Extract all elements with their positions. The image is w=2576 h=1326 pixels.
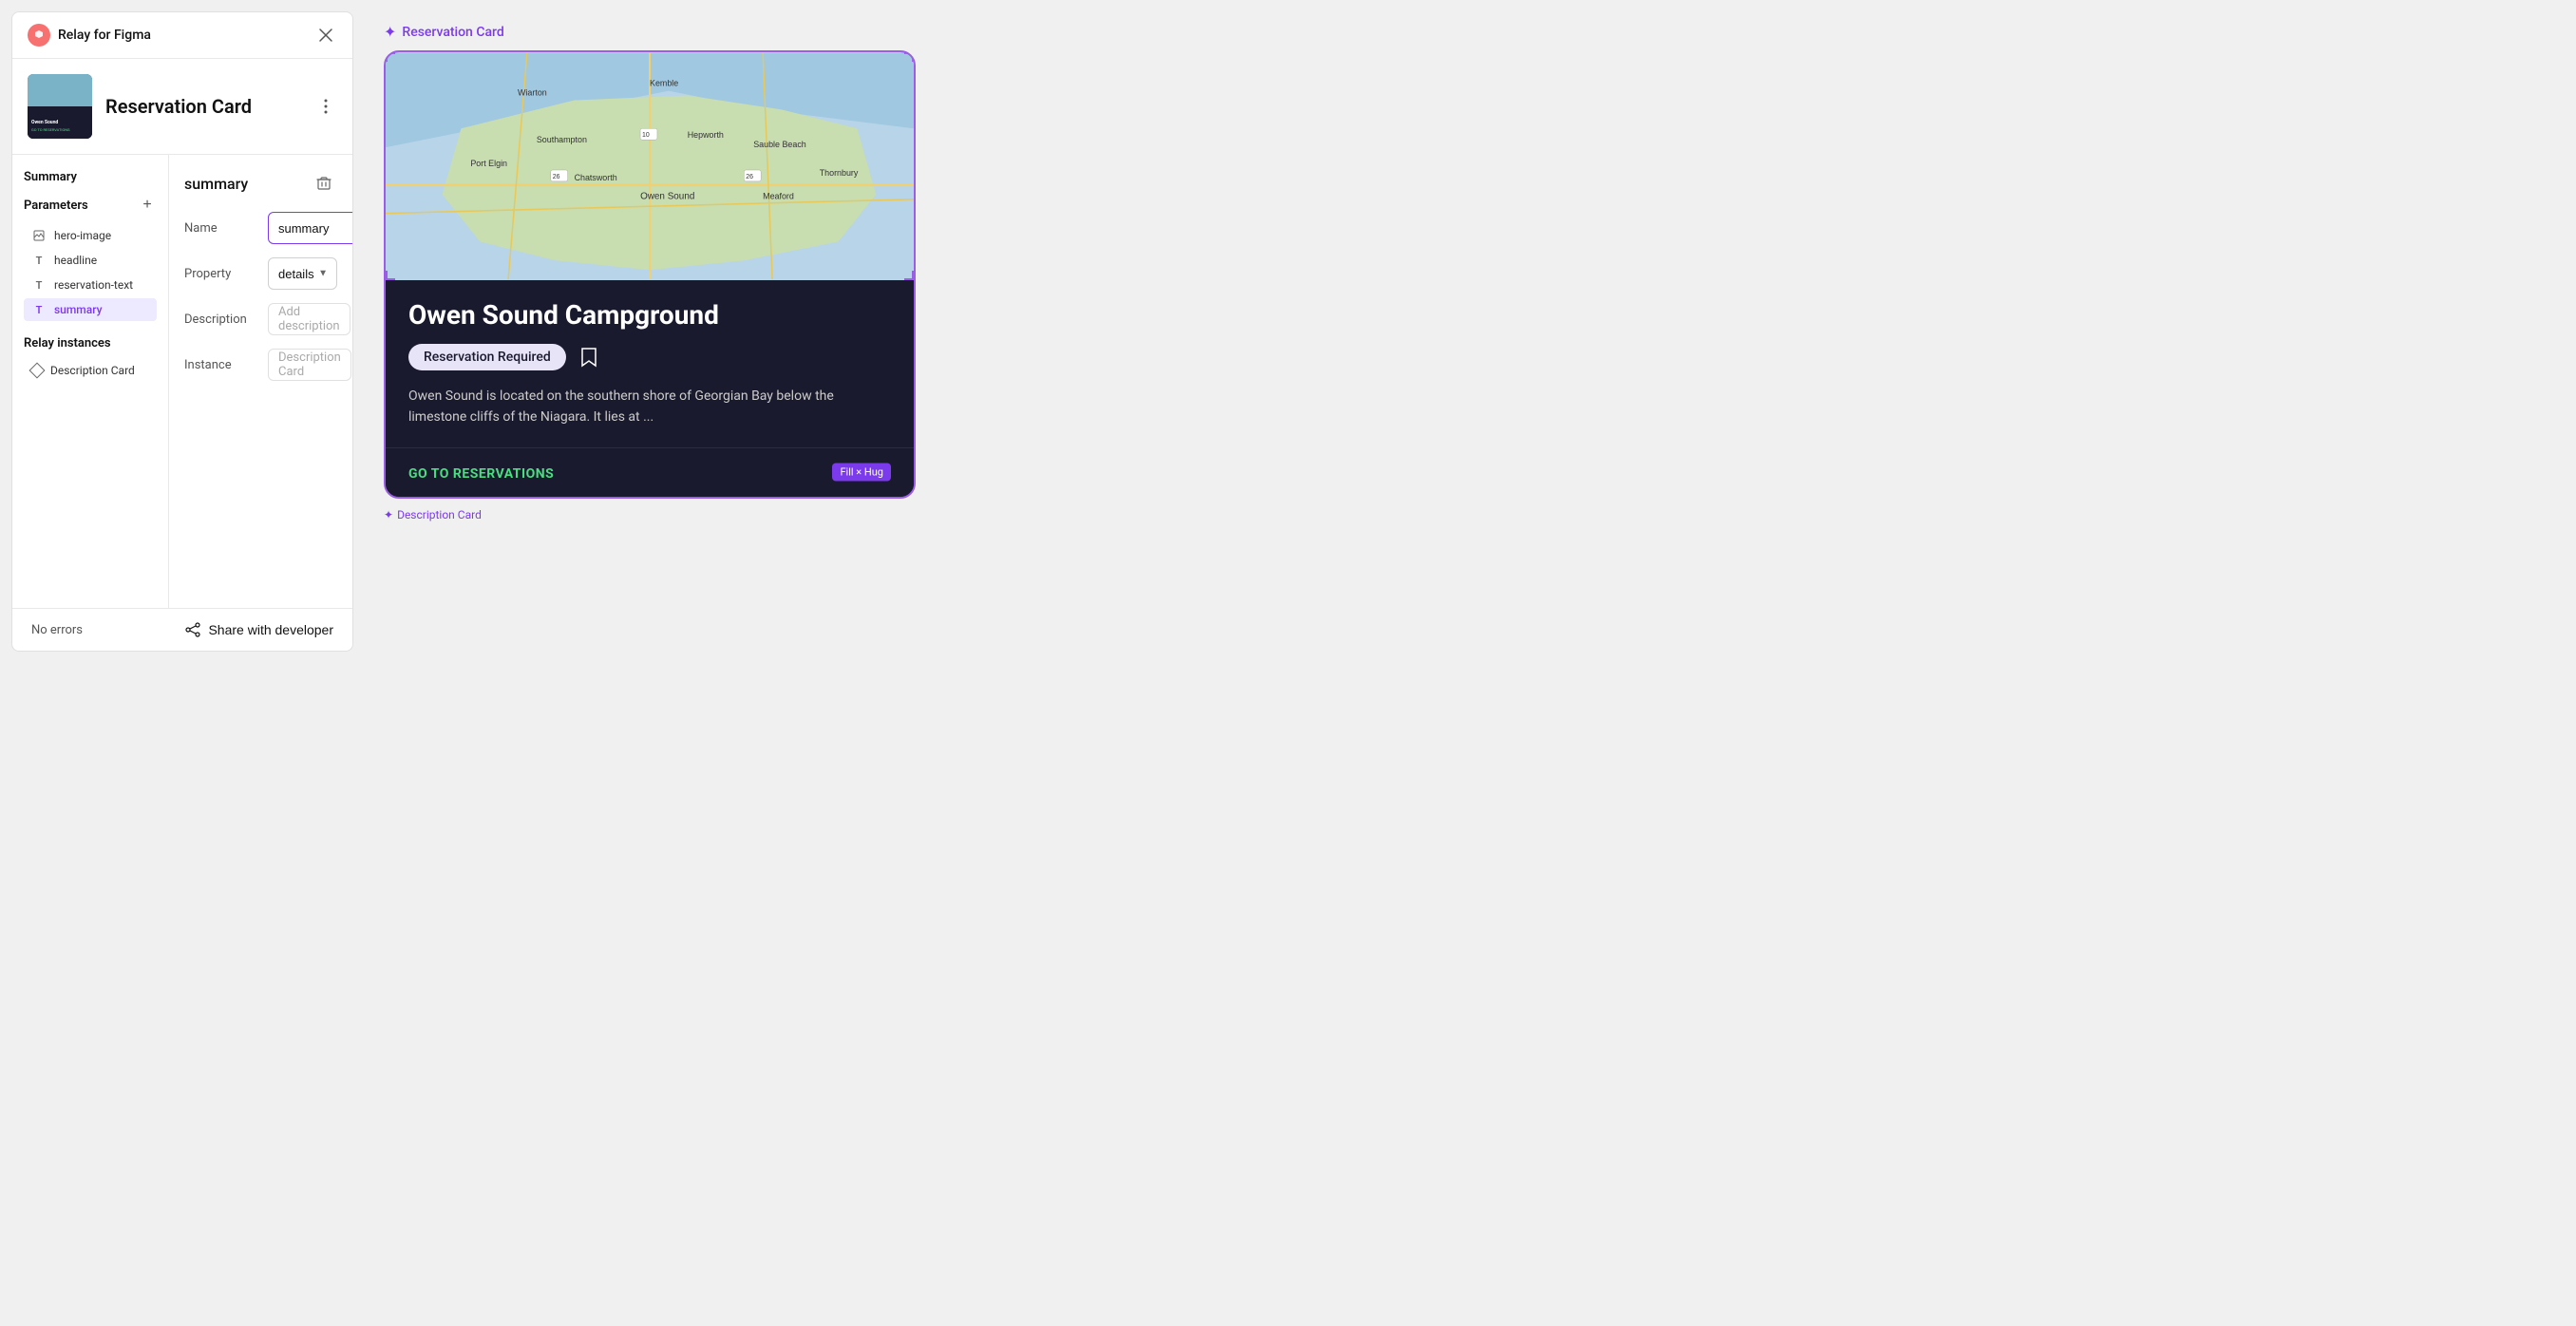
relay-instances-title: Relay instances (24, 336, 157, 350)
diamond-icon (29, 363, 46, 379)
card-preview: Port Elgin Southampton Chatsworth Owen S… (384, 50, 916, 499)
component-menu-button[interactable] (314, 95, 337, 118)
svg-text:Owen Sound: Owen Sound (640, 192, 694, 202)
card-title: Owen Sound Campground (408, 299, 891, 331)
param-summary[interactable]: T summary (24, 298, 157, 321)
name-label: Name (184, 221, 260, 236)
card-tags: Reservation Required (408, 344, 891, 370)
instance-value: Description Card (268, 349, 351, 381)
fill-hug-badge: Fill × Hug (832, 464, 891, 482)
card-body: Owen Sound Campground Reservation Requir… (386, 280, 914, 428)
cta-label: GO TO RESERVATIONS (408, 466, 554, 482)
form-section-header: summary (184, 170, 337, 197)
text-icon-summary: T (31, 302, 47, 317)
share-button[interactable]: Share with developer (185, 622, 333, 637)
svg-text:Sauble Beach: Sauble Beach (753, 140, 806, 149)
image-icon (31, 228, 47, 243)
close-button[interactable] (314, 24, 337, 47)
left-panel: Relay for Figma Owen Sound GO TO RESERVA… (11, 11, 353, 652)
svg-text:Thornbury: Thornbury (820, 168, 859, 178)
svg-text:Hepworth: Hepworth (688, 130, 724, 140)
svg-text:Chatsworth: Chatsworth (575, 173, 617, 182)
svg-text:26: 26 (746, 174, 753, 180)
add-parameter-button[interactable]: + (138, 196, 157, 215)
param-reservation-text[interactable]: T reservation-text (24, 274, 157, 296)
relay-preview-icon: ✦ (384, 23, 396, 41)
name-field: Name (184, 212, 337, 244)
svg-text:Southampton: Southampton (537, 135, 587, 144)
app-title: Relay for Figma (58, 28, 307, 43)
description-input[interactable]: Add description (268, 303, 350, 335)
svg-text:Wiarton: Wiarton (518, 88, 547, 98)
instance-label: Instance (184, 358, 260, 372)
instance-field: Instance Description Card (184, 349, 337, 381)
property-select-wrapper: details summary description ▼ (268, 257, 337, 290)
svg-text:10: 10 (642, 132, 650, 139)
text-icon-headline: T (31, 253, 47, 268)
panel-header: Relay for Figma (12, 12, 352, 59)
property-field: Property details summary description ▼ (184, 257, 337, 290)
panel-footer: No errors Share with developer (12, 608, 352, 651)
sidebar-nav: Summary Parameters + hero-image T (12, 155, 169, 608)
relay-logo-icon (28, 24, 50, 47)
preview-label-text: Reservation Card (402, 25, 503, 40)
parameters-section-header: Parameters + (24, 196, 157, 215)
param-headline-label: headline (54, 254, 97, 267)
form-section-title: summary (184, 175, 248, 193)
svg-text:26: 26 (553, 174, 560, 180)
param-reservation-text-label: reservation-text (54, 278, 133, 292)
corner-br (904, 271, 914, 280)
corner-tl (386, 52, 395, 62)
summary-section-title: Summary (24, 170, 157, 184)
svg-text:GO TO RESERVATIONS: GO TO RESERVATIONS (31, 127, 70, 132)
preview-label: ✦ Reservation Card (384, 23, 1269, 41)
reservation-required-tag: Reservation Required (408, 344, 566, 370)
param-hero-image[interactable]: hero-image (24, 224, 157, 247)
property-select[interactable]: details summary description (268, 257, 337, 290)
card-map: Port Elgin Southampton Chatsworth Owen S… (386, 52, 914, 280)
corner-tr (904, 52, 914, 62)
share-label: Share with developer (208, 622, 333, 637)
parameters-title: Parameters (24, 199, 88, 213)
svg-text:Meaford: Meaford (763, 192, 794, 201)
card-description: Owen Sound is located on the southern sh… (408, 386, 891, 428)
param-summary-label: summary (54, 303, 102, 316)
no-errors-label: No errors (31, 623, 83, 637)
corner-bl (386, 271, 395, 280)
param-hero-image-label: hero-image (54, 229, 111, 242)
right-panel: ✦ Reservation Card (365, 0, 1288, 663)
component-name: Reservation Card (105, 95, 301, 118)
param-headline[interactable]: T headline (24, 249, 157, 272)
svg-text:Port Elgin: Port Elgin (470, 159, 507, 168)
description-card-label: ✦ Description Card (384, 508, 482, 521)
text-icon-reservation: T (31, 277, 47, 293)
instance-description-card-label: Description Card (50, 364, 135, 377)
property-label: Property (184, 267, 260, 281)
delete-button[interactable] (311, 170, 337, 197)
card-footer: GO TO RESERVATIONS Fill × Hug (386, 447, 914, 497)
svg-text:Owen Sound: Owen Sound (31, 120, 58, 125)
component-thumbnail: Owen Sound GO TO RESERVATIONS (28, 74, 92, 139)
description-field: Description Add description (184, 303, 337, 335)
panel-content: Summary Parameters + hero-image T (12, 155, 352, 608)
form-panel: summary Name Property (169, 155, 352, 608)
description-label: Description (184, 313, 260, 327)
preview-card-wrapper: Port Elgin Southampton Chatsworth Owen S… (384, 50, 1269, 499)
component-info: Owen Sound GO TO RESERVATIONS Reservatio… (12, 59, 352, 155)
svg-text:Kemble: Kemble (650, 79, 678, 88)
instance-description-card[interactable]: Description Card (24, 360, 157, 381)
bookmark-icon (578, 346, 600, 369)
name-input[interactable] (268, 212, 352, 244)
